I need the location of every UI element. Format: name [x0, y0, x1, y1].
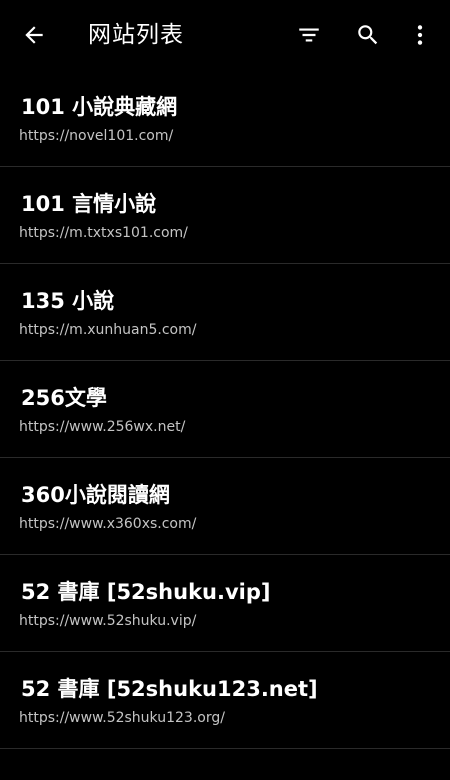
site-name: 52 書庫 [52shuku123.net] [21, 677, 318, 701]
top-app-bar: 网站列表 [0, 0, 450, 70]
arrow-back-icon [25, 26, 43, 44]
site-url: https://www.52shuku.vip/ [19, 613, 197, 629]
site-url: https://www.x360xs.com/ [19, 516, 197, 532]
site-url: https://m.txtxs101.com/ [19, 225, 188, 241]
page-title: 网站列表 [88, 22, 184, 48]
filter-button[interactable] [289, 15, 329, 55]
site-name: 101 言情小說 [21, 192, 157, 216]
site-list-item[interactable]: 101 言情小說 https://m.txtxs101.com/ [0, 167, 450, 264]
search-button[interactable] [348, 15, 388, 55]
site-name: 101 小說典藏網 [21, 95, 178, 119]
site-list-item[interactable]: 52 書庫 [52shuku123.net] https://www.52shu… [0, 652, 450, 749]
site-list-item[interactable]: 135 小說 https://m.xunhuan5.com/ [0, 264, 450, 361]
site-url: https://m.xunhuan5.com/ [19, 322, 197, 338]
site-url: https://www.52shuku123.org/ [19, 710, 225, 726]
site-list-item[interactable]: 256文學 https://www.256wx.net/ [0, 361, 450, 458]
site-url: https://www.256wx.net/ [19, 419, 186, 435]
site-list-item[interactable]: 52 書庫 [52shuku.vip] https://www.52shuku.… [0, 555, 450, 652]
back-button[interactable] [14, 15, 54, 55]
search-icon [358, 25, 378, 45]
site-url: https://novel101.com/ [19, 128, 174, 144]
site-name: 52 書庫 [52shuku.vip] [21, 580, 271, 604]
site-name: 135 小說 [21, 289, 115, 313]
site-list-item[interactable]: 360小說閱讀網 https://www.x360xs.com/ [0, 458, 450, 555]
more-options-button[interactable] [400, 15, 440, 55]
site-list-item[interactable]: 101 小說典藏網 https://novel101.com/ [0, 70, 450, 167]
site-list: 101 小說典藏網 https://novel101.com/ 101 言情小說… [0, 70, 450, 749]
site-name: 360小說閱讀網 [21, 483, 170, 507]
more-vert-icon [417, 25, 423, 45]
filter-icon [299, 28, 319, 42]
site-name: 256文學 [21, 386, 107, 410]
